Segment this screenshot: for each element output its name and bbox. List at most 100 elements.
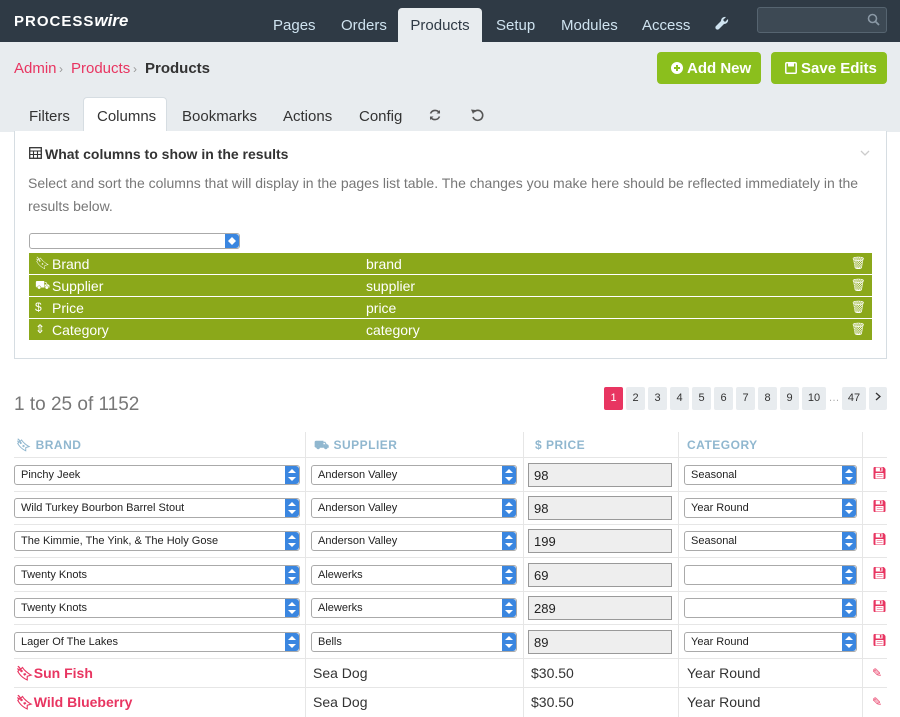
category-select[interactable] [684, 565, 857, 585]
undo-icon[interactable] [470, 108, 484, 122]
trash-icon[interactable]: 🗑︎ [851, 256, 866, 270]
header-supplier[interactable]: ⛟ SUPPLIER [314, 438, 397, 454]
trash-icon[interactable]: 🗑︎ [851, 300, 866, 314]
brand-select[interactable]: Twenty Knots [14, 565, 300, 585]
nav-pages[interactable]: Pages [273, 17, 316, 34]
category-select[interactable]: Year Round [684, 632, 857, 652]
price-input[interactable]: 98 [528, 496, 672, 520]
page-8[interactable]: 8 [758, 387, 777, 410]
select-arrows-icon [285, 532, 299, 550]
select-arrows-icon [225, 234, 239, 248]
header-category[interactable]: CATEGORY [687, 438, 758, 452]
floppy-disk-icon[interactable]: 💾︎ [872, 466, 887, 480]
brand-select[interactable]: Lager Of The Lakes [14, 632, 300, 652]
price-input[interactable]: 289 [528, 596, 672, 620]
refresh-icon[interactable] [428, 108, 442, 122]
column-row-category[interactable]: ⇕ Category category 🗑︎ [29, 319, 872, 340]
floppy-disk-icon[interactable]: 💾︎ [872, 566, 887, 580]
pencil-icon[interactable]: ✎ [872, 666, 882, 680]
page-10[interactable]: 10 [802, 387, 826, 410]
page-4[interactable]: 4 [670, 387, 689, 410]
price-input[interactable]: 69 [528, 563, 672, 587]
nav-products[interactable]: Products [398, 8, 482, 42]
column-row-supplier[interactable]: ⛟ Supplier supplier 🗑︎ [29, 275, 872, 296]
save-edits-button[interactable]: Save Edits [771, 52, 887, 84]
supplier-cell: Sea Dog [313, 665, 368, 681]
truck-icon: ⛟ [35, 278, 51, 292]
header-brand[interactable]: 🔖︎ BRAND [16, 438, 81, 452]
pencil-icon[interactable]: ✎ [872, 695, 882, 709]
price-input[interactable]: 199 [528, 529, 672, 553]
page-3[interactable]: 3 [648, 387, 667, 410]
nav-orders[interactable]: Orders [341, 17, 387, 34]
breadcrumb-admin[interactable]: Admin [14, 60, 57, 77]
category-select[interactable]: Seasonal [684, 531, 857, 551]
select-arrows-icon [502, 599, 516, 617]
bookmark-icon: 🔖︎ [16, 438, 36, 452]
select-arrows-icon [842, 599, 856, 617]
tab-bookmarks[interactable]: Bookmarks [182, 108, 257, 125]
page-6[interactable]: 6 [714, 387, 733, 410]
supplier-select[interactable]: Alewerks [311, 565, 517, 585]
nav-access[interactable]: Access [642, 17, 690, 34]
select-arrows-icon [502, 566, 516, 584]
page-1[interactable]: 1 [604, 387, 623, 410]
page-5[interactable]: 5 [692, 387, 711, 410]
chevron-right-icon: › [59, 62, 63, 76]
category-cell: Year Round [687, 665, 761, 681]
brand-select[interactable]: Wild Turkey Bourbon Barrel Stout [14, 498, 300, 518]
column-row-price[interactable]: $ Price price 🗑︎ [29, 297, 872, 318]
page-2[interactable]: 2 [626, 387, 645, 410]
bookmark-icon: 🔖︎ [16, 694, 34, 710]
brand-link[interactable]: 🔖︎Wild Blueberry [16, 694, 132, 711]
supplier-select[interactable]: Alewerks [311, 598, 517, 618]
header-price[interactable]: $ PRICE [535, 438, 585, 452]
bookmark-icon: 🔖︎ [35, 256, 51, 270]
floppy-disk-icon[interactable]: 💾︎ [872, 499, 887, 513]
supplier-select[interactable]: Anderson Valley [311, 498, 517, 518]
brand-select[interactable]: The Kimmie, The Yink, & The Holy Gose [14, 531, 300, 551]
trash-icon[interactable]: 🗑︎ [851, 322, 866, 336]
tab-filters[interactable]: Filters [29, 108, 70, 125]
supplier-select[interactable]: Bells [311, 632, 517, 652]
price-input[interactable]: 98 [528, 463, 672, 487]
add-column-select[interactable] [29, 233, 240, 249]
price-input[interactable]: 89 [528, 630, 672, 654]
brand-select[interactable]: Pinchy Jeek [14, 465, 300, 485]
category-select[interactable]: Year Round [684, 498, 857, 518]
column-divider [678, 432, 679, 717]
logo[interactable]: PROCESSwire [14, 11, 128, 31]
brand-link[interactable]: 🔖︎Sun Fish [16, 665, 93, 682]
trash-icon[interactable]: 🗑︎ [851, 278, 866, 292]
tab-config[interactable]: Config [359, 108, 402, 125]
tab-columns-label[interactable]: Columns [97, 108, 156, 125]
nav-setup[interactable]: Setup [496, 17, 535, 34]
supplier-select[interactable]: Anderson Valley [311, 465, 517, 485]
floppy-disk-icon[interactable]: 💾︎ [872, 599, 887, 613]
page-47[interactable]: 47 [842, 387, 866, 410]
search-icon[interactable] [867, 13, 880, 26]
page-ellipsis: … [828, 392, 840, 404]
select-arrows-icon [842, 499, 856, 517]
bookmark-icon: 🔖︎ [16, 665, 34, 681]
page-9[interactable]: 9 [780, 387, 799, 410]
floppy-disk-icon[interactable]: 💾︎ [872, 532, 887, 546]
chevron-down-icon[interactable] [860, 150, 870, 156]
tab-actions[interactable]: Actions [283, 108, 332, 125]
brand-select[interactable]: Twenty Knots [14, 598, 300, 618]
page-7[interactable]: 7 [736, 387, 755, 410]
category-select[interactable] [684, 598, 857, 618]
breadcrumb-products[interactable]: Products [71, 60, 130, 77]
floppy-disk-icon[interactable]: 💾︎ [872, 633, 887, 647]
add-new-button[interactable]: Add New [657, 52, 761, 84]
search-input[interactable] [757, 7, 887, 33]
nav-modules[interactable]: Modules [561, 17, 618, 34]
next-page-button[interactable] [869, 387, 887, 410]
row-divider [14, 658, 887, 659]
wrench-icon[interactable] [714, 15, 730, 31]
select-arrows-icon [502, 633, 516, 651]
column-row-brand[interactable]: 🔖︎ Brand brand 🗑︎ [29, 253, 872, 274]
category-select[interactable]: Seasonal [684, 465, 857, 485]
chevron-right-icon [875, 392, 881, 401]
supplier-select[interactable]: Anderson Valley [311, 531, 517, 551]
